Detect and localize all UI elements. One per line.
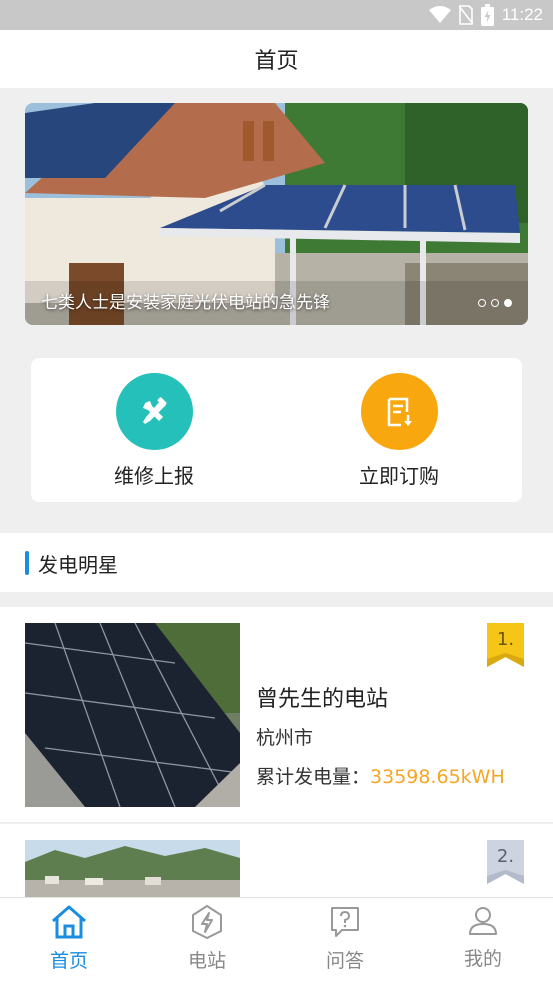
section-accent-bar xyxy=(25,551,29,575)
no-sim-icon xyxy=(458,5,473,25)
station-thumbnail xyxy=(25,623,240,807)
carousel-indicator xyxy=(478,299,512,307)
station-city: 杭州市 xyxy=(256,727,314,749)
home-icon xyxy=(52,905,86,939)
carousel-dot xyxy=(491,299,499,307)
repair-report-button[interactable]: 维修上报 xyxy=(89,373,219,489)
tab-qa-label: 问答 xyxy=(325,950,364,972)
mountain-town-image xyxy=(25,840,240,897)
repair-icon-circle xyxy=(115,373,193,450)
station-power: 累计发电量：33598.65kWH xyxy=(256,762,505,789)
page-title: 首页 xyxy=(254,49,299,74)
battery-charging-icon xyxy=(480,4,494,26)
section-title: 发电明星 xyxy=(38,553,118,577)
tab-station-label: 电站 xyxy=(187,950,226,972)
tab-mine-label: 我的 xyxy=(463,948,502,970)
tab-mine[interactable]: 我的 xyxy=(438,904,528,971)
quick-actions-card: 维修上报 立即订购 xyxy=(31,358,522,502)
station-name: 曾先生的电站 xyxy=(256,687,389,712)
tab-home[interactable]: 首页 xyxy=(24,904,114,973)
rank-badge-gold: 1. xyxy=(487,623,524,667)
repair-tools-icon xyxy=(143,396,167,424)
rank-badge-silver: 2. xyxy=(487,840,524,884)
user-icon xyxy=(469,907,497,935)
carousel-dot xyxy=(478,299,486,307)
carousel-dot-active xyxy=(504,299,512,307)
station-card[interactable]: 1. 曾先生的电站 杭州市 累计发电量：33598.65kWH xyxy=(0,607,553,822)
power-value: 33598.65kWH xyxy=(370,766,505,788)
rank-number: 1. xyxy=(496,629,515,650)
status-bar: 11:22 xyxy=(0,0,553,30)
station-thumbnail xyxy=(25,840,240,897)
power-station-icon xyxy=(192,904,222,940)
station-card[interactable]: 2. xyxy=(0,824,553,897)
order-now-label: 立即订购 xyxy=(359,464,439,488)
tab-qa[interactable]: 问答 xyxy=(300,904,390,973)
repair-report-label: 维修上报 xyxy=(114,464,194,488)
power-label: 累计发电量： xyxy=(256,766,371,788)
order-icon-circle xyxy=(360,373,438,450)
bottom-tab-bar: 首页 电站 问答 我的 xyxy=(0,897,553,983)
order-now-button[interactable]: 立即订购 xyxy=(334,373,464,489)
solar-roof-image xyxy=(25,623,240,807)
banner-caption: 七类人士是安装家庭光伏电站的急先锋 xyxy=(41,293,330,313)
title-bar: 首页 xyxy=(0,30,553,88)
wifi-icon xyxy=(428,6,451,23)
section-header: 发电明星 xyxy=(0,533,553,592)
banner-carousel[interactable]: 七类人士是安装家庭光伏电站的急先锋 xyxy=(25,103,528,325)
tab-home-label: 首页 xyxy=(49,950,88,972)
tab-station[interactable]: 电站 xyxy=(162,904,252,973)
qa-icon xyxy=(331,907,359,937)
order-document-icon xyxy=(387,397,412,426)
rank-number: 2. xyxy=(496,846,515,867)
status-time: 11:22 xyxy=(501,5,543,24)
